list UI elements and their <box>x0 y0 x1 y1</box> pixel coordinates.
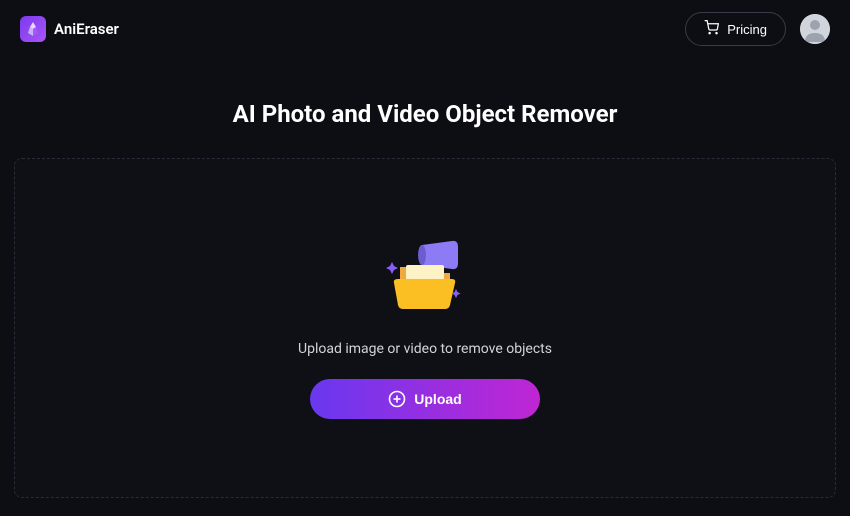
folder-icon <box>380 237 470 317</box>
header: AniEraser Pricing <box>0 0 850 58</box>
pricing-button[interactable]: Pricing <box>685 12 786 46</box>
plus-circle-icon <box>388 390 406 408</box>
upload-button-label: Upload <box>414 391 461 407</box>
header-actions: Pricing <box>685 12 830 46</box>
upload-button[interactable]: Upload <box>310 379 540 419</box>
user-icon <box>800 14 830 44</box>
brand-name: AniEraser <box>54 20 119 38</box>
upload-dropzone[interactable]: Upload image or video to remove objects … <box>14 158 836 498</box>
brand-logo-icon <box>20 16 46 42</box>
cart-icon <box>704 20 719 38</box>
brand[interactable]: AniEraser <box>20 16 119 42</box>
page-title: AI Photo and Video Object Remover <box>0 100 850 128</box>
upload-hint: Upload image or video to remove objects <box>298 341 552 357</box>
pricing-label: Pricing <box>727 22 767 37</box>
avatar[interactable] <box>800 14 830 44</box>
